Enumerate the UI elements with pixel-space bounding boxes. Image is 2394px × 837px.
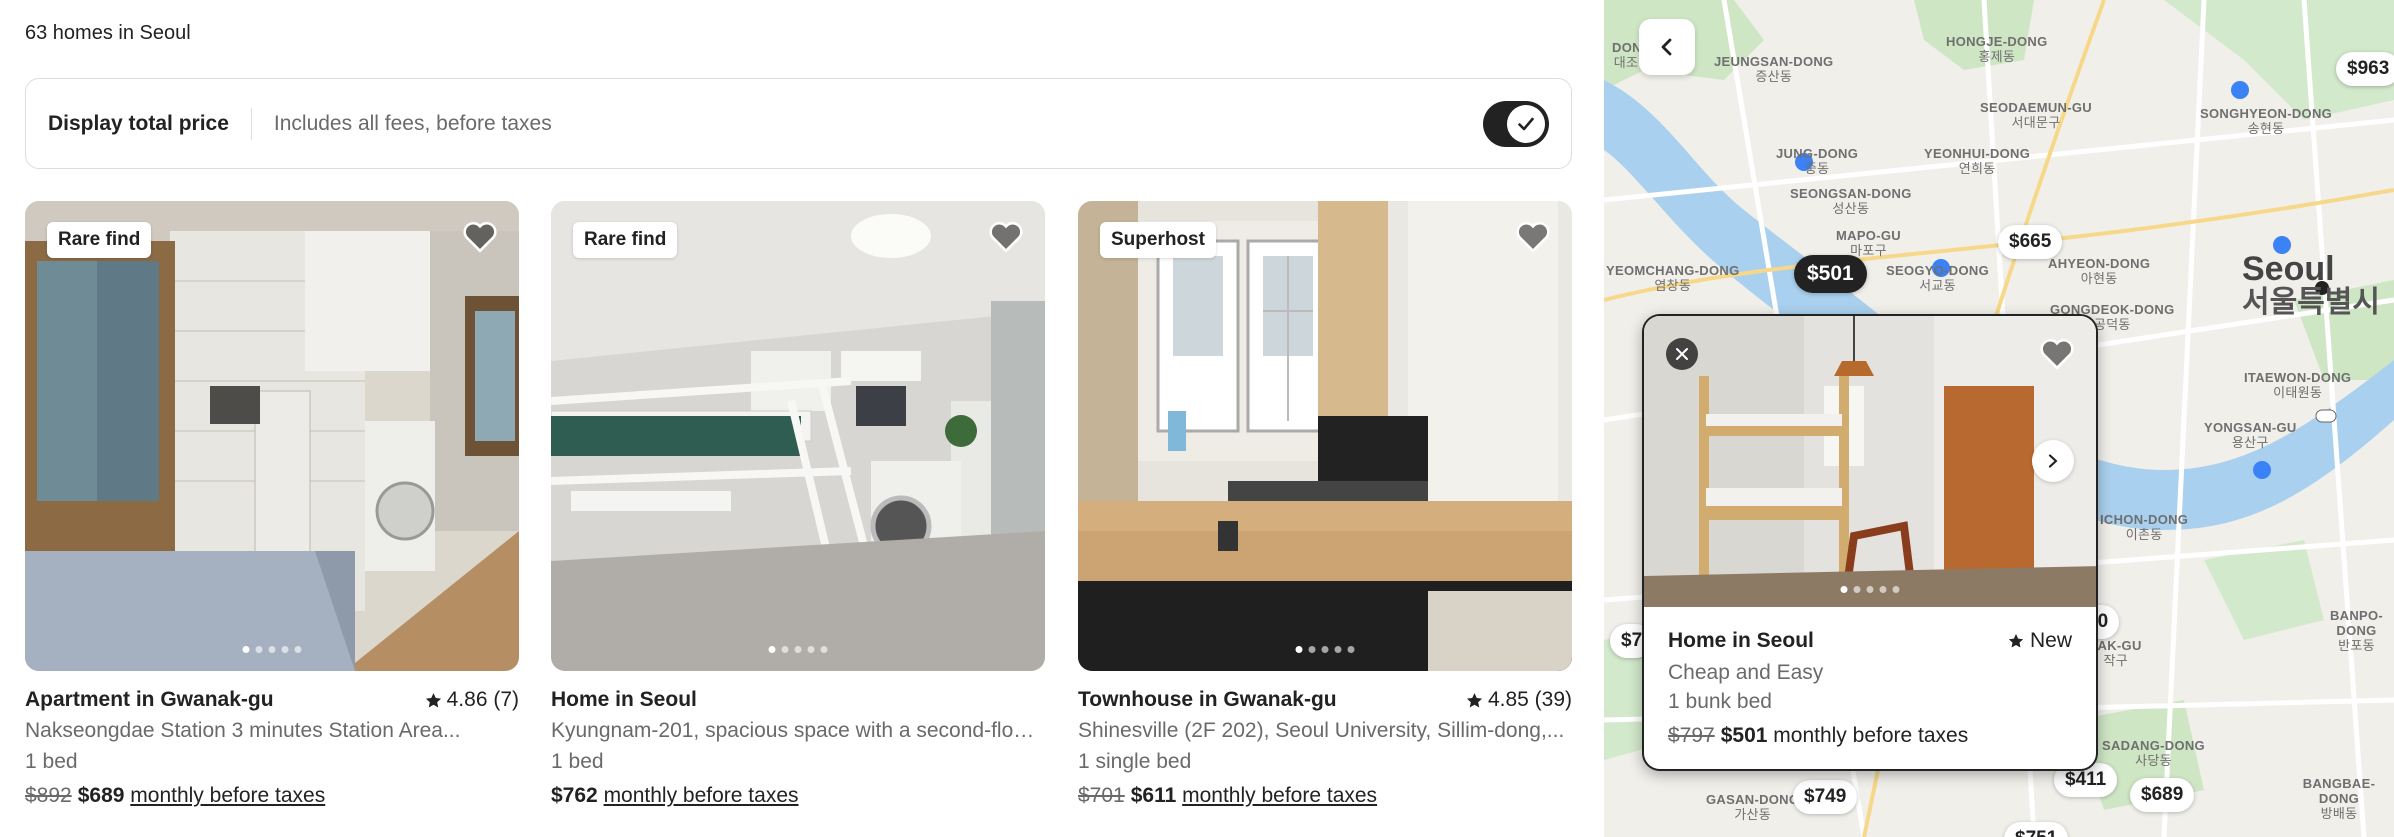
- display-total-price-bar[interactable]: Display total price Includes all fees, b…: [25, 78, 1572, 169]
- district-label: MAPO-GU 마포구: [1836, 228, 1901, 258]
- current-price: $501: [1720, 724, 1768, 747]
- district-label: GASAN-DONG 가산동: [1706, 792, 1800, 822]
- results-count: 63 homes in Seoul: [25, 22, 191, 44]
- popup-photo[interactable]: [1644, 316, 2096, 607]
- original-price: $892: [25, 784, 72, 807]
- current-price: $611: [1130, 784, 1177, 807]
- map-price-pin-active[interactable]: $501: [1794, 255, 1867, 293]
- map-price-pin[interactable]: $749: [1793, 780, 1858, 814]
- listing-card[interactable]: Rare find Apartment in Gwanak-gu 4.86 (7…: [25, 201, 519, 808]
- listing-title: Home in Seoul: [551, 688, 697, 711]
- listing-rating: 4.85 (39): [1466, 688, 1572, 712]
- district-label: YEONHUI-DONG 연희동: [1924, 146, 2031, 176]
- listing-beds: 1 bed: [551, 750, 604, 773]
- listing-rating: 4.86 (7): [425, 688, 519, 712]
- listing-badge: Rare find: [47, 222, 152, 258]
- district-label: ICHON-DONG 이촌동: [2100, 512, 2189, 542]
- district-label: BANPO-DONG 반포동: [2329, 608, 2384, 653]
- current-price: $689: [77, 784, 125, 807]
- listing-description: Nakseongdae Station 3 minutes Station Ar…: [25, 719, 461, 742]
- price-suffix: monthly before taxes: [603, 784, 799, 807]
- district-label: JEUNGSAN-DONG 증산동: [1714, 54, 1834, 84]
- display-total-price-label: Display total price: [48, 111, 229, 135]
- listing-card[interactable]: Rare find Home in Seoul Kyungnam-201, sp…: [551, 201, 1045, 808]
- price-suffix: monthly before taxes: [1773, 724, 1969, 747]
- price-suffix: monthly before taxes: [130, 784, 326, 807]
- popup-photo-image: [1644, 316, 2096, 607]
- price-suffix: monthly before taxes: [1182, 784, 1378, 807]
- listing-price[interactable]: $701 $611 monthly before taxes: [1078, 784, 1572, 808]
- photo-pagination-dots: [1295, 646, 1355, 653]
- listing-description: Kyungnam-201, spacious space with a seco…: [551, 719, 1045, 742]
- listing-card[interactable]: Superhost Townhouse in Gwanak-gu 4.85 (3…: [1078, 201, 1572, 808]
- popup-price: $797 $501 monthly before taxes: [1668, 724, 2072, 748]
- district-label: SEONGSAN-DONG 성산동: [1790, 186, 1912, 216]
- listing-photo-image: [25, 201, 519, 671]
- district-label: YONGSAN-GU 용산구: [2204, 420, 2297, 450]
- map-back-button[interactable]: [1639, 19, 1695, 75]
- map[interactable]: JEUNGSAN-DONG 증산동 HONGJE-DONG 홍제동 SEODAEMU…: [1604, 0, 2394, 837]
- photo-pagination-dots: [242, 646, 302, 653]
- listing-price[interactable]: $892 $689 monthly before taxes: [25, 784, 519, 808]
- district-label: SONGHYEON-DONG 송현동: [2200, 106, 2333, 136]
- close-icon: [1676, 348, 1688, 360]
- popup-next-photo-button[interactable]: [2032, 440, 2074, 482]
- popup-close-button[interactable]: [1666, 338, 1698, 370]
- map-price-pin[interactable]: $751: [2004, 822, 2069, 837]
- district-label: SEOGYO-DONG 서교동: [1886, 263, 1989, 293]
- listing-price[interactable]: $762 monthly before taxes: [551, 784, 1045, 808]
- listing-title: Apartment in Gwanak-gu: [25, 688, 274, 711]
- photo-pagination-dots: [768, 646, 828, 653]
- photo-pagination-dots: [1840, 586, 1900, 593]
- popup-rating-label: New: [2029, 629, 2072, 652]
- listing-badge: Superhost: [1100, 222, 1216, 258]
- map-price-pin[interactable]: $689: [2130, 778, 2195, 812]
- listing-beds: 1 single bed: [1078, 750, 1192, 773]
- listing-photo[interactable]: Rare find: [551, 201, 1045, 671]
- total-price-toggle[interactable]: [1483, 101, 1549, 147]
- popup-rating: New: [2008, 629, 2072, 653]
- district-label: ITAEWON-DONG 이태원동: [2244, 370, 2352, 400]
- check-icon: [1507, 105, 1545, 143]
- listing-photo-image: [551, 201, 1045, 671]
- listing-description: Shinesville (2F 202), Seoul University, …: [1078, 719, 1565, 742]
- map-listing-popup[interactable]: Home in Seoul New Cheap and Easy 1 bunk …: [1642, 314, 2098, 771]
- district-label: HONGJE-DONG 홍제동: [1946, 34, 2048, 64]
- district-label: SADANG-DONG 사당동: [2102, 738, 2205, 768]
- chevron-right-icon: [2048, 454, 2058, 468]
- original-price: $797: [1668, 724, 1715, 747]
- chevron-left-icon: [1661, 38, 1672, 56]
- heart-icon[interactable]: [1516, 221, 1550, 253]
- star-icon: [2008, 634, 2024, 648]
- listing-rating-value: 4.85 (39): [1487, 688, 1572, 711]
- heart-icon[interactable]: [463, 221, 497, 253]
- star-icon: [1466, 692, 1483, 707]
- heart-icon[interactable]: [2040, 338, 2074, 370]
- district-label: AHYEON-DONG 아현동: [2048, 256, 2151, 286]
- city-label: Seoul 서울특별시: [2242, 250, 2380, 319]
- heart-icon[interactable]: [989, 221, 1023, 253]
- listing-photo[interactable]: Rare find: [25, 201, 519, 671]
- star-icon: [425, 692, 441, 707]
- popup-beds: 1 bunk bed: [1668, 690, 1772, 713]
- listing-title: Townhouse in Gwanak-gu: [1078, 688, 1337, 711]
- map-price-pin[interactable]: $963: [2336, 52, 2394, 86]
- listing-photo-image: [1078, 201, 1572, 671]
- original-price: $701: [1078, 784, 1125, 807]
- map-price-pin[interactable]: $665: [1998, 225, 2063, 259]
- district-label: YEOMCHANG-DONG 염창동: [1606, 263, 1740, 293]
- popup-title: Home in Seoul: [1668, 629, 1814, 652]
- district-label: BANGBAE-DONG 방배동: [2302, 776, 2376, 821]
- district-label: SEODAEMUN-GU 서대문구: [1980, 100, 2092, 130]
- display-total-price-subtext: Includes all fees, before taxes: [273, 111, 552, 135]
- listing-rating-value: 4.86 (7): [446, 688, 519, 711]
- listing-badge: Rare find: [573, 222, 678, 258]
- current-price: $762: [551, 784, 598, 807]
- popup-subtitle: Cheap and Easy: [1668, 661, 1824, 684]
- listing-beds: 1 bed: [25, 750, 78, 773]
- district-label: JUNG-DONG 중동: [1776, 146, 1859, 176]
- listing-photo[interactable]: Superhost: [1078, 201, 1572, 671]
